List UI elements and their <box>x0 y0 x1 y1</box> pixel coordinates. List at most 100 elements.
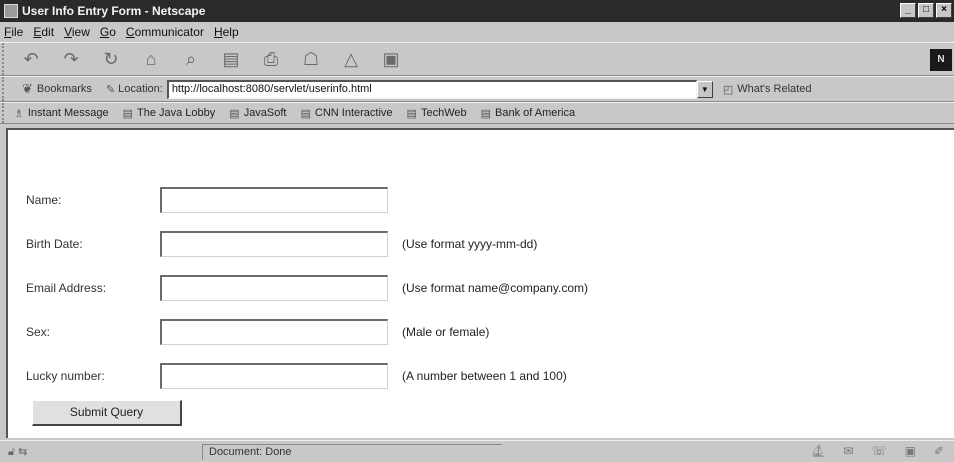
bookmark-page-icon: ▤ <box>480 107 492 120</box>
bookmark-javasoft[interactable]: ▤ JavaSoft <box>229 107 286 120</box>
bookmarks-icon: ❦ <box>22 81 33 96</box>
bookmark-label: The Java Lobby <box>137 107 216 119</box>
menu-communicator[interactable]: Communicator <box>126 25 204 39</box>
search-icon: ⌕ <box>185 49 197 69</box>
status-bar: 🔓︎ ⇆ Document: Done ⛵︎ ✉ ☏ ▣ ✐ <box>0 440 954 462</box>
location-label-text: Location: <box>118 83 163 95</box>
component-bar: ⛵︎ ✉ ☏ ▣ ✐ <box>810 444 944 458</box>
back-button[interactable]: ↶ <box>14 46 48 72</box>
netscape-app-icon <box>4 4 18 18</box>
email-hint: (Use format name@company.com) <box>402 281 589 295</box>
forward-arrow-icon: ↷ <box>63 49 79 69</box>
home-button[interactable]: ⌂ <box>134 46 168 72</box>
title-bar: User Info Entry Form - Netscape _ □ × <box>0 0 954 22</box>
minimize-button[interactable]: _ <box>900 3 916 18</box>
personal-toolbar: ♗ Instant Message ▤ The Java Lobby ▤ JavaSo… <box>0 102 954 124</box>
lucky-number-label: Lucky number: <box>26 369 105 383</box>
toolbar-grip[interactable] <box>2 43 10 75</box>
url-dropdown-button[interactable]: ▼ <box>696 80 713 98</box>
menu-file[interactable]: File <box>4 25 23 39</box>
feedback-icon[interactable]: ✐ <box>934 444 944 458</box>
menu-edit[interactable]: Edit <box>33 25 54 39</box>
sex-label: Sex: <box>26 325 51 339</box>
forward-button[interactable]: ↷ <box>54 46 88 72</box>
security-button[interactable]: ☖ <box>294 46 328 72</box>
email-field[interactable] <box>160 275 388 301</box>
bookmark-instant-message[interactable]: ♗ Instant Message <box>14 107 109 120</box>
lucky-number-hint: (A number between 1 and 100) <box>402 369 567 383</box>
birth-date-hint: (Use format yyyy-mm-dd) <box>402 237 538 251</box>
form-row-birth-date: Birth Date: (Use format yyyy-mm-dd) <box>26 230 537 258</box>
bookmark-page-icon: ▤ <box>229 107 240 120</box>
menu-bar: File Edit View Go Communicator Help <box>0 22 954 42</box>
name-field[interactable] <box>160 187 388 213</box>
bookmark-page-icon: ▤ <box>122 107 133 120</box>
form-row-email: Email Address: (Use format name@company.… <box>26 274 588 302</box>
lucky-number-field[interactable] <box>160 363 388 389</box>
toolbar-grip[interactable] <box>2 77 10 101</box>
window-title: User Info Entry Form - Netscape <box>22 4 206 18</box>
bookmark-label: Instant Message <box>27 107 109 119</box>
birth-date-label: Birth Date: <box>26 237 83 251</box>
whats-related-icon: ◰ <box>722 83 734 96</box>
window-controls: _ □ × <box>900 3 952 18</box>
status-text: Document: Done <box>202 443 502 460</box>
security-icon: ☖ <box>302 49 320 69</box>
people-icon: ♗ <box>14 107 24 120</box>
navigation-toolbar: ↶ ↷ ↻ ⌂ ⌕ ▤ ⎙ ☖ △ ▣ N <box>0 42 954 76</box>
toolbar-grip[interactable] <box>2 103 10 123</box>
sex-hint: (Male or female) <box>402 325 490 339</box>
bookmark-cnn-interactive[interactable]: ▤ CNN Interactive <box>301 107 393 120</box>
location-label: ✎ Location: <box>106 83 163 96</box>
netscape-logo-icon[interactable]: N <box>930 49 952 71</box>
print-button[interactable]: ⎙ <box>254 46 288 72</box>
security-lock-icon[interactable]: 🔓︎ ⇆ <box>0 445 72 459</box>
bookmark-page-icon: ▤ <box>300 107 311 120</box>
form-row-name: Name: <box>26 186 402 214</box>
whats-related-button[interactable]: ◰ What's Related <box>723 83 812 96</box>
birth-date-field[interactable] <box>160 231 388 257</box>
bookmark-page-icon: ▤ <box>406 107 417 120</box>
search-button[interactable]: ⌕ <box>174 46 208 72</box>
page-content: Name: Birth Date: (Use format yyyy-mm-dd… <box>6 128 954 438</box>
sex-field[interactable] <box>160 319 388 345</box>
back-arrow-icon: ↶ <box>23 49 39 69</box>
bookmark-label: Bank of America <box>495 107 576 119</box>
menu-help[interactable]: Help <box>214 25 239 39</box>
shop-icon: △ <box>344 49 358 69</box>
bookmark-label: JavaSoft <box>243 107 287 119</box>
discussion-icon[interactable]: ☏ <box>872 444 887 458</box>
navigator-icon[interactable]: ⛵︎ <box>810 444 825 458</box>
menu-go[interactable]: Go <box>100 25 116 39</box>
bookmark-techweb[interactable]: ▤ TechWeb <box>407 107 467 120</box>
menu-view[interactable]: View <box>64 25 90 39</box>
composer-icon[interactable]: ▣ <box>905 444 916 458</box>
page-proxy-icon[interactable]: ✎ <box>106 83 115 96</box>
guide-icon: ▤ <box>222 49 240 69</box>
bookmark-java-lobby[interactable]: ▤ The Java Lobby <box>123 107 216 120</box>
bookmarks-label: Bookmarks <box>36 83 92 95</box>
email-label: Email Address: <box>26 281 107 295</box>
guide-button[interactable]: ▤ <box>214 46 248 72</box>
maximize-button[interactable]: □ <box>918 3 934 18</box>
bookmark-bank-of-america[interactable]: ▤ Bank of America <box>481 107 576 120</box>
location-toolbar: ❦ Bookmarks ✎ Location: http://localhost… <box>0 76 954 102</box>
stop-button[interactable]: ▣ <box>374 46 408 72</box>
bookmark-label: CNN Interactive <box>314 107 393 119</box>
reload-icon: ↻ <box>103 49 119 69</box>
bookmarks-button[interactable]: ❦ Bookmarks <box>22 81 92 97</box>
shop-button[interactable]: △ <box>334 46 368 72</box>
whats-related-label: What's Related <box>737 83 812 95</box>
form-row-sex: Sex: (Male or female) <box>26 318 489 346</box>
url-input[interactable]: http://localhost:8080/servlet/userinfo.h… <box>166 79 697 99</box>
home-icon: ⌂ <box>145 49 157 69</box>
stop-icon: ▣ <box>382 49 400 69</box>
close-button[interactable]: × <box>936 3 952 18</box>
print-icon: ⎙ <box>263 49 279 69</box>
submit-query-button[interactable]: Submit Query <box>32 400 182 426</box>
name-label: Name: <box>26 193 62 207</box>
form-row-lucky-number: Lucky number: (A number between 1 and 10… <box>26 362 567 390</box>
mail-icon[interactable]: ✉ <box>844 444 854 458</box>
bookmark-label: TechWeb <box>420 107 467 119</box>
reload-button[interactable]: ↻ <box>94 46 128 72</box>
